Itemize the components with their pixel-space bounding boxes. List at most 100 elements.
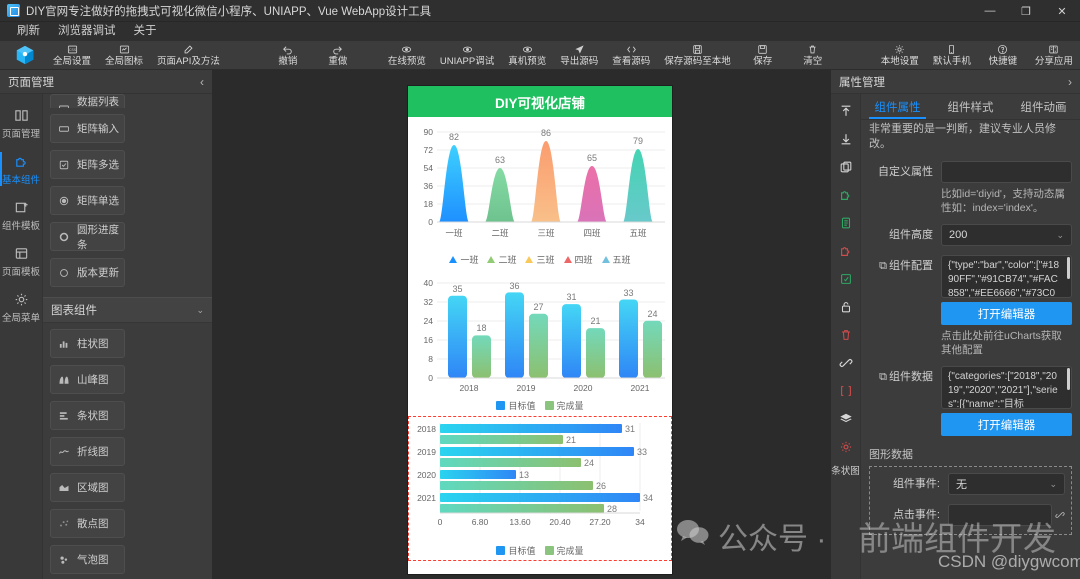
component-item-bubble-chart[interactable]: 气泡图 — [50, 545, 125, 574]
toolbar-undo[interactable]: 撤销 — [263, 41, 313, 70]
edit-button[interactable] — [831, 266, 861, 294]
tab-component-properties[interactable]: 组件属性 — [861, 94, 934, 119]
legend-item[interactable]: 四班 — [563, 253, 593, 266]
component-item-line-chart[interactable]: 折线图 — [50, 437, 125, 466]
chevron-down-icon[interactable]: ⌄ — [196, 305, 204, 316]
legend-item[interactable]: 二班 — [487, 253, 516, 266]
config-scrollbar[interactable] — [1067, 257, 1070, 279]
component-item-mountain-chart[interactable]: 山峰图 — [50, 365, 125, 394]
ucharts-hint[interactable]: 点击此处前往uCharts获取其他配置 — [941, 329, 1072, 357]
settings-button[interactable] — [831, 434, 861, 462]
section-header-charts[interactable]: 图表组件 ⌄ — [43, 297, 212, 323]
component-item-scatter-chart[interactable]: 散点图 — [50, 509, 125, 538]
component-item-area-chart[interactable]: 区域图 — [50, 473, 125, 502]
component-item-version-update[interactable]: 版本更新 — [50, 258, 125, 287]
svg-text:63: 63 — [495, 155, 505, 165]
open-data-editor-button[interactable]: 打开编辑器 — [941, 413, 1072, 436]
link-button[interactable] — [831, 350, 861, 378]
close-button[interactable]: ✕ — [1044, 0, 1080, 22]
phone-preview[interactable]: DIY可视化店铺 90 72 54 36 18 0 82 63 86 65 79… — [408, 86, 672, 574]
component-item-bar-chart[interactable]: 柱状图 — [50, 329, 125, 358]
toolbar-clear[interactable]: 清空 — [788, 41, 838, 70]
toolbar-default-phone[interactable]: 默认手机 — [926, 41, 978, 70]
component-event-select[interactable]: 无 ⌄ — [948, 473, 1065, 495]
toolbar-label: 真机预览 — [508, 55, 547, 67]
legend-item[interactable]: 三班 — [525, 253, 555, 266]
svg-text:二班: 二班 — [491, 228, 509, 238]
tab-component-styles[interactable]: 组件样式 — [934, 94, 1007, 119]
copy-button[interactable] — [831, 154, 861, 182]
menu-about[interactable]: 关于 — [125, 22, 166, 41]
legend-item[interactable]: 五班 — [601, 253, 631, 266]
move-to-top-button[interactable] — [831, 98, 861, 126]
toolbar-device-preview[interactable]: 真机预览 — [501, 41, 553, 70]
sidebar-item-global-menu[interactable]: 全局菜单 — [0, 284, 42, 330]
minimize-button[interactable]: — — [972, 0, 1008, 22]
remove-component-button[interactable] — [831, 238, 861, 266]
toolbar-global-settings[interactable]: CSS 全局设置 — [46, 41, 98, 70]
widget-column-chart[interactable]: 40 32 24 16 8 0 35 18 36 27 31 21 33 24 … — [408, 270, 672, 416]
lock-button[interactable] — [831, 294, 861, 322]
legend-item[interactable]: 目标值 — [496, 399, 536, 412]
toolbar-view-source[interactable]: 查看源码 — [605, 41, 657, 70]
toolbar-share-app[interactable]: 分享应用 — [1028, 41, 1080, 70]
data-scrollbar[interactable] — [1067, 368, 1070, 390]
select-region-button[interactable] — [831, 378, 861, 406]
toolbar-uniapp-debug[interactable]: UNIAPP调试 — [433, 41, 501, 70]
legend-item[interactable]: 一班 — [449, 253, 478, 266]
horizontal-bar-chart[interactable]: 2018 2019 2020 2021 31 21 33 24 13 26 34 28 0 6… — [409, 417, 671, 560]
toolbar-save-source-local[interactable]: 保存源码至本地 — [657, 41, 738, 70]
component-item-circle-progress[interactable]: 圆形进度条 — [50, 222, 125, 251]
legend-item[interactable]: 完成量 — [544, 399, 584, 412]
toolbar-global-icons[interactable]: 全局图标 — [98, 41, 150, 70]
component-item-matrix-input[interactable]: 矩阵输入 — [50, 114, 125, 143]
selected-component-type: 条状图 — [831, 466, 860, 477]
sidebar-item-basic-components[interactable]: 基本组件 — [0, 146, 42, 192]
toolbar-shortcuts[interactable]: 快捷键 — [978, 41, 1028, 70]
component-item-data-list-scroll[interactable]: 数据列表横向滚动 — [50, 94, 125, 108]
bar-chart-icon — [58, 338, 70, 350]
collapse-left-panel-icon[interactable]: ‹ — [200, 75, 204, 89]
toolbar-save[interactable]: 保存 — [738, 41, 788, 70]
sidebar-item-page-management[interactable]: 页面管理 — [0, 100, 42, 146]
legend-label: 四班 — [574, 255, 593, 265]
move-to-bottom-button[interactable] — [831, 126, 861, 154]
link-icon[interactable] — [1052, 509, 1065, 521]
sidebar-item-component-template[interactable]: 组件模板 — [0, 192, 42, 238]
right-panel-main[interactable]: 组件属性 组件样式 组件动画 非常重要的是一判断，建议专业人员修改。 自定义属性… — [861, 94, 1080, 579]
delete-button[interactable] — [831, 322, 861, 350]
legend-item[interactable]: 目标值 — [496, 544, 536, 557]
component-list-scroll[interactable]: 数据列表横向滚动 ACP栏目分 矩阵输入 — [43, 94, 212, 579]
widget-mountain-chart[interactable]: 90 72 54 36 18 0 82 63 86 65 79 一班 二班 三班… — [408, 117, 672, 270]
open-config-editor-button[interactable]: 打开编辑器 — [941, 302, 1072, 325]
tab-component-animation[interactable]: 组件动画 — [1007, 94, 1080, 119]
sidebar-item-page-template[interactable]: 页面模板 — [0, 238, 42, 284]
add-component-button[interactable] — [831, 182, 861, 210]
column-chart[interactable]: 40 32 24 16 8 0 35 18 36 27 31 21 33 24 … — [409, 271, 671, 415]
click-event-input[interactable] — [948, 504, 1052, 526]
widget-horizontal-bar-chart[interactable]: 2018 2019 2020 2021 31 21 33 24 13 26 34 28 0 6… — [408, 416, 672, 561]
component-item-matrix-multiselect[interactable]: 矩阵多选 — [50, 150, 125, 179]
canvas-area[interactable]: DIY可视化店铺 90 72 54 36 18 0 82 63 86 65 79… — [212, 70, 831, 579]
legend-item[interactable]: 完成量 — [544, 544, 584, 557]
component-item-hbar-chart[interactable]: 条状图 — [50, 401, 125, 430]
toolbar-export-source[interactable]: 导出源码 — [553, 41, 605, 70]
maximize-button[interactable]: ❐ — [1008, 0, 1044, 22]
toolbar-page-api[interactable]: 页面API及方法 — [150, 41, 227, 70]
component-config-textarea[interactable]: {"type":"bar","color":["#1890FF","#91CB7… — [941, 255, 1072, 298]
toolbar-redo[interactable]: 重做 — [313, 41, 363, 70]
menu-browser-debug[interactable]: 浏览器调试 — [49, 22, 125, 41]
component-item-matrix-radio[interactable]: 矩阵单选 — [50, 186, 125, 215]
custom-attribute-input[interactable] — [941, 161, 1072, 183]
copy-icon[interactable]: ⧉ — [879, 371, 887, 383]
expand-right-panel-icon[interactable]: › — [1068, 75, 1072, 89]
component-data-textarea[interactable]: {"categories":["2018","2019","2020","202… — [941, 366, 1072, 409]
toolbar-online-preview[interactable]: 在线预览 — [381, 41, 433, 70]
copy-icon[interactable]: ⧉ — [879, 260, 887, 272]
mountain-chart[interactable]: 90 72 54 36 18 0 82 63 86 65 79 一班 二班 三班… — [409, 118, 671, 269]
component-height-select[interactable]: 200 ⌄ — [941, 224, 1072, 246]
menu-refresh[interactable]: 刷新 — [8, 22, 49, 41]
document-button[interactable] — [831, 210, 861, 238]
layers-button[interactable] — [831, 406, 861, 434]
toolbar-local-settings[interactable]: 本地设置 — [874, 41, 926, 70]
